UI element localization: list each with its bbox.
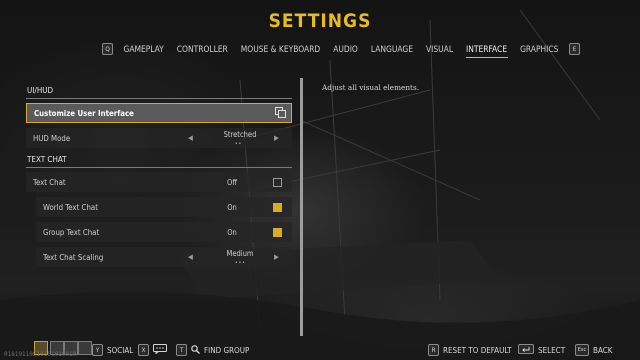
hud-mode-next-icon[interactable]: ▶ [274,134,279,142]
tab-language[interactable]: LANGUAGE [364,44,419,54]
section-ui-hud: UI/HUD [26,84,292,99]
reset-key: R [428,344,439,356]
chat-key: X [138,344,149,356]
settings-tabs: Q GAMEPLAY CONTROLLER MOUSE & KEYBOARD A… [98,42,584,58]
page-title: SETTINGS [268,10,372,32]
prev-tab-key[interactable]: Q [102,43,113,55]
footer-bar: Y SOCIAL X T FIND GROUP R RESET TO DEFAU… [0,340,640,360]
panel-scrollbar[interactable] [300,78,303,336]
hud-mode-label: HUD Mode [33,133,71,143]
social-label: SOCIAL [107,345,134,355]
settings-list: UI/HUD Customize User Interface HUD Mode… [26,84,292,272]
text-chat-row[interactable]: Text Chat Off [26,172,292,192]
customize-ui-row[interactable]: Customize User Interface [26,103,292,123]
world-text-chat-label: World Text Chat [43,202,98,212]
text-chat-scaling-value: Medium [226,249,254,258]
search-icon [191,344,200,356]
next-tab-key[interactable]: E [568,43,580,55]
open-window-icon[interactable] [275,107,286,120]
find-group-button[interactable]: T FIND GROUP [176,344,249,356]
reset-label: RESET TO DEFAULT [443,345,512,355]
chat-button[interactable]: X [138,344,167,356]
text-chat-scaling-label: Text Chat Scaling [43,252,104,262]
tab-controller[interactable]: CONTROLLER [170,44,234,54]
hud-mode-prev-icon[interactable]: ◀ [188,134,193,142]
back-key: Esc [575,344,589,356]
tab-interface[interactable]: INTERFACE [460,44,514,58]
section-text-chat: TEXT CHAT [26,153,292,168]
find-group-key: T [176,344,187,356]
text-chat-label: Text Chat [33,177,66,187]
tab-graphics[interactable]: GRAPHICS [514,44,565,54]
back-button[interactable]: Esc BACK [575,344,612,356]
group-text-chat-value: On [227,227,237,237]
social-key: Y [92,344,103,356]
world-text-chat-checkbox[interactable] [273,202,282,212]
tab-visual[interactable]: VISUAL [420,44,460,54]
chat-bubble-icon [153,344,167,356]
text-chat-checkbox[interactable] [273,177,282,187]
scaling-dots: ••• [235,260,246,266]
tab-audio[interactable]: AUDIO [327,44,365,54]
hud-mode-value: Stretched [223,130,257,139]
find-group-label: FIND GROUP [204,345,250,355]
customize-ui-label: Customize User Interface [34,108,134,118]
select-button[interactable]: SELECT [518,344,565,356]
hud-mode-dots: •• [235,141,243,147]
hud-mode-row[interactable]: HUD Mode ◀ Stretched •• ▶ [26,128,292,148]
world-text-chat-row[interactable]: World Text Chat On [36,197,292,217]
tab-gameplay[interactable]: GAMEPLAY [117,44,170,54]
reset-button[interactable]: R RESET TO DEFAULT [428,344,512,356]
select-label: SELECT [538,345,566,355]
world-text-chat-value: On [227,202,237,212]
enter-key-icon [518,344,534,356]
group-text-chat-checkbox[interactable] [273,227,282,237]
scaling-prev-icon[interactable]: ◀ [188,253,193,261]
group-text-chat-label: Group Text Chat [43,227,100,237]
text-chat-value: Off [227,177,237,187]
tab-mouse-keyboard[interactable]: MOUSE & KEYBOARD [234,44,326,54]
group-text-chat-row[interactable]: Group Text Chat On [36,222,292,242]
scaling-next-icon[interactable]: ▶ [274,253,279,261]
social-button[interactable]: Y SOCIAL [92,344,133,356]
back-label: BACK [593,345,613,355]
text-chat-scaling-row[interactable]: Text Chat Scaling ◀ Medium ••• ▶ [36,247,292,267]
setting-description: Adjust all visual elements. [322,83,420,92]
